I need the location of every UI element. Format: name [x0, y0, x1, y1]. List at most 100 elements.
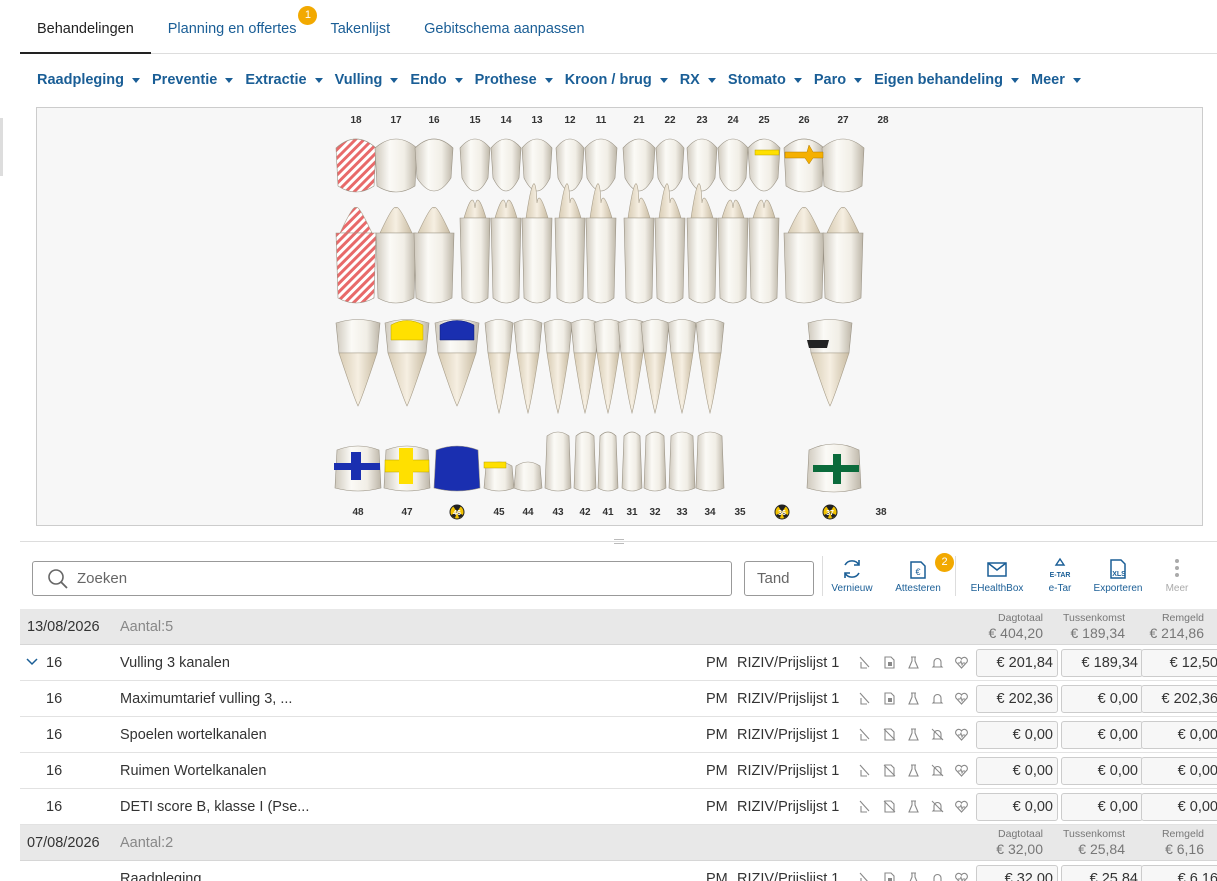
- row-amount-intervention[interactable]: € 0,00: [1061, 721, 1143, 749]
- lower-crown[interactable]: [335, 319, 381, 354]
- tooth-number[interactable]: 12: [564, 115, 576, 126]
- splitter-grip-icon[interactable]: [614, 539, 624, 544]
- upper-root[interactable]: [721, 199, 745, 219]
- date-group-header[interactable]: 07/08/2026 Aantal:2 Dagtotaal € 32,00 Tussen…: [20, 825, 1217, 861]
- tooth-number[interactable]: 24: [727, 115, 739, 126]
- tab-gebitschema[interactable]: Gebitschema aanpassen: [407, 0, 601, 54]
- upper-crown[interactable]: [585, 217, 617, 304]
- flask-icon[interactable]: [906, 691, 921, 706]
- upper-occlusal-tooth[interactable]: [655, 138, 685, 192]
- upper-occlusal-tooth[interactable]: [490, 138, 522, 192]
- upper-crown[interactable]: [490, 217, 522, 304]
- lower-crown[interactable]: [593, 319, 623, 354]
- tooth-number[interactable]: 15: [469, 115, 481, 126]
- tooth-filter-input[interactable]: Tand: [744, 561, 814, 596]
- lower-crown[interactable]: [667, 319, 697, 354]
- lower-crown[interactable]: [513, 319, 543, 354]
- upper-occlusal-tooth[interactable]: [555, 138, 585, 192]
- upper-crown[interactable]: [459, 217, 491, 304]
- lower-occlusal-tooth[interactable]: [621, 431, 643, 492]
- lab-icon[interactable]: [857, 763, 872, 778]
- upper-occlusal-tooth[interactable]: [747, 138, 781, 192]
- treatment-row[interactable]: 16 Ruimen Wortelkanalen PM RIZIV/Prijslijst…: [20, 753, 1217, 789]
- tooth-number[interactable]: 34: [704, 507, 716, 518]
- upper-root[interactable]: [752, 199, 776, 219]
- tab-behandelingen[interactable]: Behandelingen: [20, 0, 151, 54]
- upper-occlusal-tooth[interactable]: [717, 138, 749, 192]
- upper-crown[interactable]: [413, 232, 455, 304]
- treatment-row[interactable]: 16 Maximumtarief vulling 3, ... PM RIZIV/Pr…: [20, 681, 1217, 717]
- lab-icon[interactable]: [857, 691, 872, 706]
- bell-icon[interactable]: [930, 727, 945, 742]
- lab-icon[interactable]: [857, 799, 872, 814]
- upper-occlusal-tooth[interactable]: [783, 138, 825, 193]
- row-amount-intervention[interactable]: € 0,00: [1061, 757, 1143, 785]
- row-amount-intervention[interactable]: € 189,34: [1061, 649, 1143, 677]
- flask-icon[interactable]: [906, 871, 921, 881]
- attest-status-icon[interactable]: [882, 727, 897, 742]
- upper-root[interactable]: [787, 206, 821, 234]
- flask-icon[interactable]: [906, 655, 921, 670]
- lower-occlusal-tooth[interactable]: [513, 461, 543, 492]
- lower-root[interactable]: [573, 352, 597, 415]
- row-amount-total[interactable]: € 32,00: [976, 865, 1058, 881]
- upper-crown[interactable]: [554, 217, 586, 304]
- lower-occlusal-tooth[interactable]: [643, 431, 667, 492]
- upper-crown[interactable]: [748, 217, 780, 304]
- category-meer[interactable]: Meer: [1031, 66, 1081, 94]
- attest-status-icon[interactable]: [882, 655, 897, 670]
- upper-crown[interactable]: [783, 232, 825, 304]
- lower-root[interactable]: [546, 352, 570, 415]
- tooth-number[interactable]: 11: [596, 115, 607, 126]
- lower-root[interactable]: [387, 352, 427, 407]
- attest-status-icon[interactable]: [882, 871, 897, 881]
- row-amount-total[interactable]: € 201,84: [976, 649, 1058, 677]
- bell-icon[interactable]: [930, 871, 945, 881]
- lab-icon[interactable]: [857, 871, 872, 881]
- upper-root[interactable]: [379, 206, 413, 234]
- treatment-row[interactable]: 16 Spoelen wortelkanalen PM RIZIV/Prijslijs…: [20, 717, 1217, 753]
- search-box[interactable]: [32, 561, 732, 596]
- upper-crown[interactable]: [623, 217, 655, 304]
- tooth-number[interactable]: 38: [875, 507, 887, 518]
- category-prothese[interactable]: Prothese: [475, 66, 553, 94]
- tooth-number[interactable]: 31: [626, 507, 638, 518]
- chevron-down-icon[interactable]: [26, 658, 38, 666]
- tooth-number[interactable]: 43: [552, 507, 564, 518]
- lower-root[interactable]: [643, 352, 667, 415]
- lower-crown[interactable]: [484, 319, 514, 354]
- lower-occlusal-tooth[interactable]: [544, 431, 572, 492]
- lab-icon[interactable]: [857, 727, 872, 742]
- bell-icon[interactable]: [930, 763, 945, 778]
- tooth-number[interactable]: 41: [602, 507, 614, 518]
- upper-occlusal-tooth[interactable]: [459, 138, 491, 192]
- upper-crown[interactable]: [822, 232, 864, 304]
- tooth-number[interactable]: 16: [428, 115, 440, 126]
- lower-root[interactable]: [620, 352, 644, 415]
- tooth-number[interactable]: 47: [401, 507, 413, 518]
- tooth-number[interactable]: 22: [664, 115, 676, 126]
- lower-occlusal-tooth[interactable]: [695, 431, 725, 492]
- heart-icon[interactable]: [954, 871, 969, 881]
- tooth-number[interactable]: 32: [649, 507, 661, 518]
- attest-status-icon[interactable]: [882, 691, 897, 706]
- bell-icon[interactable]: [930, 691, 945, 706]
- category-paro[interactable]: Paro: [814, 66, 863, 94]
- lower-crown[interactable]: [640, 319, 670, 354]
- upper-crown[interactable]: [521, 217, 553, 304]
- upper-occlusal-tooth[interactable]: [414, 138, 454, 192]
- row-amount-intervention[interactable]: € 0,00: [1061, 685, 1143, 713]
- lower-root[interactable]: [596, 352, 620, 415]
- upper-root[interactable]: [826, 206, 860, 234]
- tooth-number[interactable]: 35: [734, 507, 746, 518]
- row-amount-intervention[interactable]: € 25,84: [1061, 865, 1143, 881]
- treatment-row[interactable]: 16 Vulling 3 kanalen PM RIZIV/Prijslijst 1 €…: [20, 645, 1217, 681]
- upper-occlusal-tooth[interactable]: [821, 138, 865, 193]
- bell-icon[interactable]: [930, 655, 945, 670]
- row-amount-copay[interactable]: € 0,00: [1141, 757, 1217, 785]
- upper-root[interactable]: [463, 199, 487, 219]
- category-vulling[interactable]: Vulling: [335, 66, 399, 94]
- row-amount-copay[interactable]: € 12,50: [1141, 649, 1217, 677]
- tooth-number[interactable]: 46: [453, 510, 461, 517]
- heart-icon[interactable]: [954, 727, 969, 742]
